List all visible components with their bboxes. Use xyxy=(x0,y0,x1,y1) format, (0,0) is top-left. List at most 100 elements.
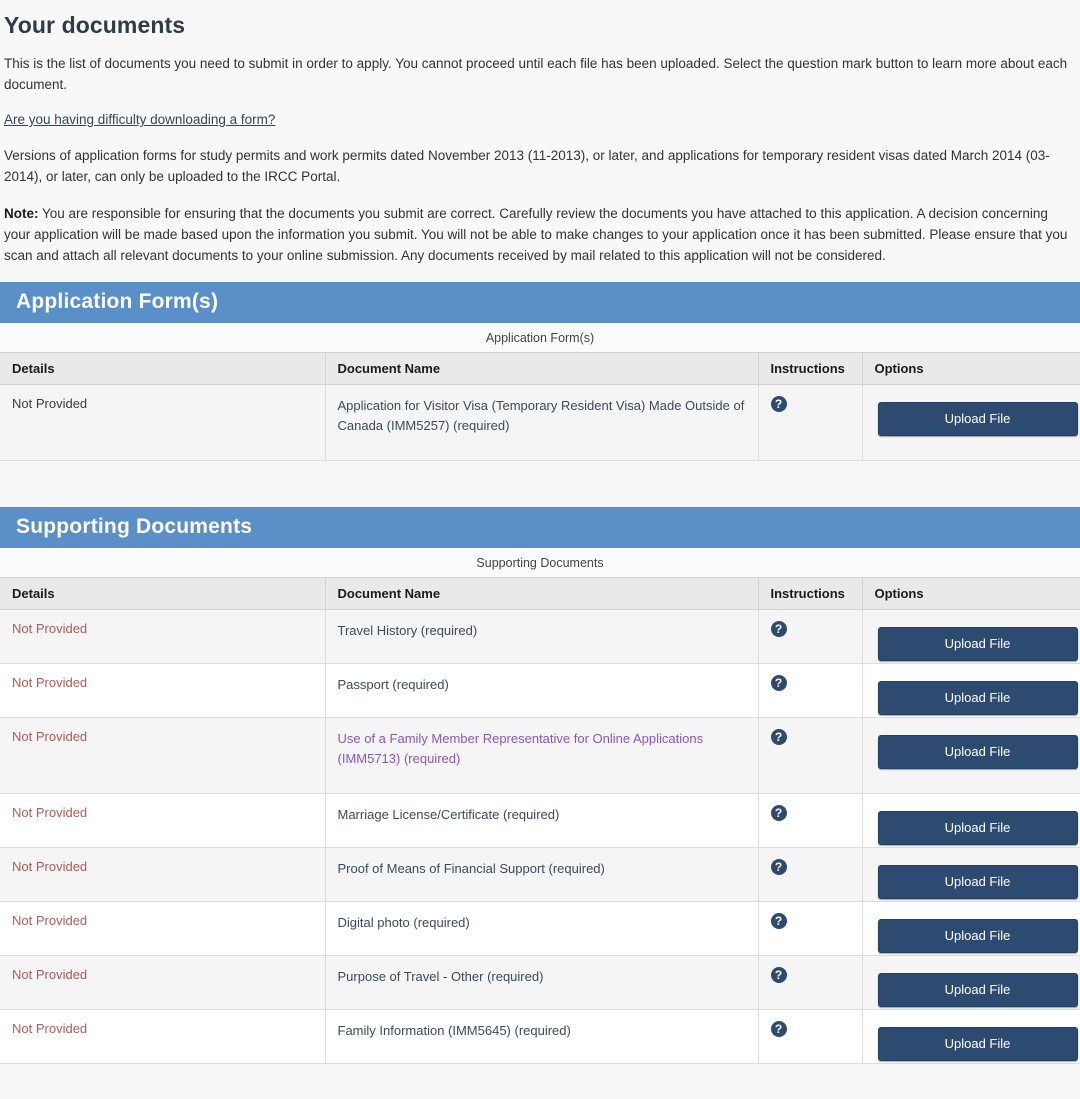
help-icon[interactable]: ? xyxy=(770,913,787,929)
cell-document-name: Family Information (IMM5645) (required) xyxy=(325,1009,759,1064)
cell-options: Upload File xyxy=(862,663,1080,718)
cell-document-name: Travel History (required) xyxy=(325,609,759,664)
document-name-link[interactable]: Use of a Family Member Representative fo… xyxy=(338,731,704,766)
cell-instructions: ? xyxy=(758,955,863,1010)
upload-file-button[interactable]: Upload File xyxy=(877,811,1078,845)
column-header-options: Options xyxy=(862,577,1080,610)
status-badge: Not Provided xyxy=(12,805,88,820)
document-name-link[interactable]: Application for Visitor Visa (Temporary … xyxy=(338,398,745,433)
cell-details: Not Provided xyxy=(0,955,326,1010)
status-badge: Not Provided xyxy=(12,396,88,411)
upload-file-button[interactable]: Upload File xyxy=(877,919,1078,953)
table-row: Not Provided Travel History (required)? Up… xyxy=(0,609,1080,664)
cell-document-name: Passport (required) xyxy=(325,663,759,718)
help-icon[interactable]: ? xyxy=(770,729,787,745)
responsibility-note: Note: You are responsible for ensuring t… xyxy=(4,203,1080,266)
cell-instructions: ? xyxy=(758,793,863,848)
table-caption-application-forms: Application Form(s) xyxy=(0,323,1080,352)
cell-instructions: ? xyxy=(758,901,863,956)
cell-options: Upload File xyxy=(862,1009,1080,1064)
help-icon[interactable]: ? xyxy=(770,859,787,875)
help-icon[interactable]: ? xyxy=(770,621,787,637)
help-icon[interactable]: ? xyxy=(770,396,787,412)
cell-document-name: Application for Visitor Visa (Temporary … xyxy=(325,384,759,461)
status-badge: Not Provided xyxy=(12,675,88,690)
upload-file-button[interactable]: Upload File xyxy=(877,402,1078,436)
table-row: Not Provided Application for Visitor Visa… xyxy=(0,384,1080,461)
table-row: Not Provided Digital photo (required)? Upl… xyxy=(0,901,1080,956)
help-icon[interactable]: ? xyxy=(770,675,787,691)
cell-options: Upload File xyxy=(862,384,1080,461)
upload-file-button[interactable]: Upload File xyxy=(877,735,1078,769)
document-name-text: Family Information (IMM5645) (required) xyxy=(337,1023,571,1038)
cell-document-name: Digital photo (required) xyxy=(325,901,759,956)
status-badge: Not Provided xyxy=(12,729,88,744)
upload-file-button[interactable]: Upload File xyxy=(877,627,1078,661)
page-title: Your documents xyxy=(4,12,186,38)
cell-document-name: Purpose of Travel - Other (required) xyxy=(325,955,759,1010)
documents-page: Your documents This is the list of docum… xyxy=(0,12,1080,1099)
upload-file-button[interactable]: Upload File xyxy=(877,865,1078,899)
cell-details: Not Provided xyxy=(0,663,326,718)
table-row: Not Provided Passport (required)? Upload F… xyxy=(0,663,1080,718)
document-name-text: Purpose of Travel - Other (required) xyxy=(337,969,544,984)
application-forms-table: Details Document Name Instructions Optio… xyxy=(0,352,1080,461)
cell-instructions: ? xyxy=(758,609,863,664)
download-difficulty-link[interactable]: Are you having difficulty downloading a … xyxy=(4,112,275,127)
cell-details: Not Provided xyxy=(0,717,326,794)
cell-details: Not Provided xyxy=(0,1009,326,1064)
table-row: Not Provided Purpose of Travel - Other (r… xyxy=(0,955,1080,1010)
document-name-text: Travel History (required) xyxy=(337,623,478,638)
column-header-details: Details xyxy=(0,352,326,385)
document-name-text: Passport (required) xyxy=(337,677,449,692)
cell-instructions: ? xyxy=(758,384,863,461)
cell-instructions: ? xyxy=(758,717,863,794)
table-row: Not Provided Proof of Means of Financial … xyxy=(0,847,1080,902)
column-header-details: Details xyxy=(0,577,326,610)
help-icon[interactable]: ? xyxy=(770,967,787,983)
status-badge: Not Provided xyxy=(12,859,88,874)
cell-details: Not Provided xyxy=(0,847,326,902)
cell-instructions: ? xyxy=(758,1009,863,1064)
cell-options: Upload File xyxy=(862,901,1080,956)
table-header-row: Details Document Name Instructions Optio… xyxy=(0,352,1080,385)
cell-details: Not Provided xyxy=(0,901,326,956)
column-header-options: Options xyxy=(862,352,1080,385)
document-name-text: Proof of Means of Financial Support (req… xyxy=(337,861,605,876)
help-icon[interactable]: ? xyxy=(770,805,787,821)
status-badge: Not Provided xyxy=(12,913,88,928)
status-badge: Not Provided xyxy=(12,621,88,636)
cell-details: Not Provided xyxy=(0,384,326,461)
status-badge: Not Provided xyxy=(12,967,88,982)
upload-file-button[interactable]: Upload File xyxy=(877,1027,1078,1061)
cell-instructions: ? xyxy=(758,847,863,902)
column-header-instructions: Instructions xyxy=(758,577,863,610)
table-row: Not Provided Family Information (IMM5645)… xyxy=(0,1009,1080,1064)
help-icon[interactable]: ? xyxy=(770,1021,787,1037)
intro-paragraph: This is the list of documents you need t… xyxy=(4,56,1068,92)
cell-instructions: ? xyxy=(758,663,863,718)
column-header-instructions: Instructions xyxy=(758,352,863,385)
supporting-documents-body: Not Provided Travel History (required)? Up… xyxy=(0,609,1080,1064)
cell-document-name: Proof of Means of Financial Support (req… xyxy=(325,847,759,902)
table-row: Not Provided Use of a Family Member Repre… xyxy=(0,717,1080,794)
table-caption-supporting-documents: Supporting Documents xyxy=(0,548,1080,577)
status-badge: Not Provided xyxy=(12,1021,88,1036)
form-versions-note: Versions of application forms for study … xyxy=(4,148,1050,184)
section-banner-application-forms: Application Form(s) xyxy=(0,282,1080,323)
section-gap xyxy=(0,461,1080,507)
cell-options: Upload File xyxy=(862,609,1080,664)
cell-document-name: Use of a Family Member Representative fo… xyxy=(325,717,759,794)
document-name-text: Marriage License/Certificate (required) xyxy=(337,807,560,822)
upload-file-button[interactable]: Upload File xyxy=(877,973,1078,1007)
page-bottom-space xyxy=(0,1064,1080,1099)
document-name-text: Digital photo (required) xyxy=(337,915,470,930)
cell-options: Upload File xyxy=(862,717,1080,794)
cell-details: Not Provided xyxy=(0,609,326,664)
supporting-documents-table: Details Document Name Instructions Optio… xyxy=(0,577,1080,1064)
upload-file-button[interactable]: Upload File xyxy=(877,681,1078,715)
cell-details: Not Provided xyxy=(0,793,326,848)
note-body: You are responsible for ensuring that th… xyxy=(4,206,1068,263)
column-header-document-name: Document Name xyxy=(325,352,759,385)
application-forms-body: Not Provided Application for Visitor Visa… xyxy=(0,384,1080,461)
